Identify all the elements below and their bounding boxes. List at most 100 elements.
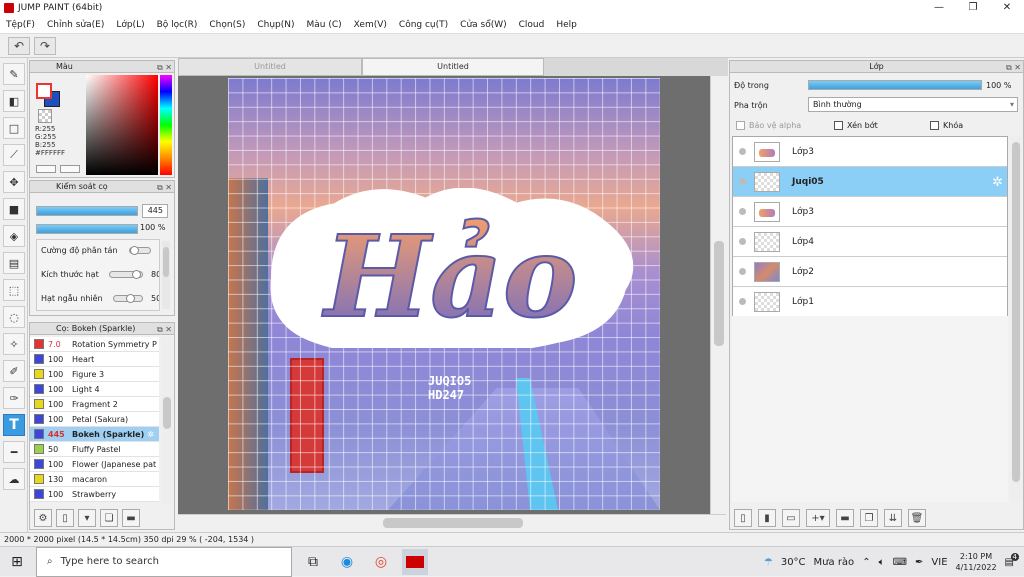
undo-button[interactable]: ↶ [8, 36, 30, 55]
visibility-toggle-icon[interactable] [739, 148, 746, 155]
tab-untitled-2[interactable]: Untitled [362, 58, 544, 76]
search-input[interactable]: Type here to search [61, 556, 159, 567]
keyboard-icon[interactable]: ⌨ [893, 557, 907, 568]
swatch-button-1[interactable] [36, 165, 56, 173]
select-pen-tool[interactable]: ✐ [3, 360, 25, 382]
chevron-up-icon[interactable]: ⌃ [862, 557, 870, 568]
task-view-button[interactable]: ⧉ [300, 549, 326, 575]
artwork[interactable]: Hảo JUQIO5 HD247 [228, 78, 660, 510]
magic-wand-tool[interactable]: ✧ [3, 333, 25, 355]
layer-row[interactable]: Lớp3 [733, 197, 1007, 227]
text-tool[interactable]: T [3, 414, 25, 436]
hue-slider[interactable] [160, 75, 172, 175]
gear-icon[interactable]: ✲ [147, 430, 154, 439]
menu-item-8[interactable]: Công cụ(T) [393, 20, 454, 30]
lasso-tool[interactable]: ◌ [3, 306, 25, 328]
visibility-toggle-icon[interactable] [739, 238, 746, 245]
layer-folder-button[interactable]: ▬ [836, 509, 854, 527]
restore-button[interactable]: ❐ [956, 0, 990, 16]
menu-item-7[interactable]: Xem(V) [348, 20, 393, 30]
panel-buttons[interactable]: ⧉ ✕ [157, 182, 172, 194]
brush-folder-button[interactable]: ▬ [122, 509, 140, 527]
language-indicator[interactable]: VIE [931, 557, 947, 568]
menu-item-1[interactable]: Chỉnh sửa(E) [41, 20, 110, 30]
menu-item-9[interactable]: Cửa sổ(W) [454, 20, 512, 30]
new-layer-1bit-button[interactable]: ▭ [782, 509, 800, 527]
layer-row[interactable]: Lớp2 [733, 257, 1007, 287]
primary-color-swatch[interactable] [36, 83, 52, 99]
merge-layer-button[interactable]: ⇊ [884, 509, 902, 527]
fill-rect-tool[interactable]: ■ [3, 198, 25, 220]
visibility-toggle-icon[interactable] [739, 208, 746, 215]
scatter-toggle[interactable] [129, 246, 151, 255]
brush-item[interactable]: 100 Figure 3 [30, 367, 159, 382]
menu-item-6[interactable]: Màu (C) [301, 20, 348, 30]
windows-start-button[interactable]: ⊞ [4, 549, 30, 575]
blend-mode-select[interactable]: Bình thường ▾ [808, 97, 1018, 112]
minimize-button[interactable]: — [922, 0, 956, 16]
move-tool[interactable]: ✥ [3, 171, 25, 193]
panel-buttons[interactable]: ⧉ ✕ [157, 62, 172, 74]
menu-item-4[interactable]: Chọn(S) [203, 20, 251, 30]
menu-item-11[interactable]: Help [550, 20, 583, 30]
panel-buttons[interactable]: ⧉ ✕ [157, 324, 172, 336]
gradient-tool[interactable]: ▤ [3, 252, 25, 274]
brush-item[interactable]: 100 Petal (Sakura) [30, 412, 159, 427]
visibility-toggle-icon[interactable] [739, 178, 746, 185]
layer-row[interactable]: Lớp3 [733, 137, 1007, 167]
taskbar-search[interactable]: ⌕ Type here to search [36, 546, 292, 577]
brush-item[interactable]: 100 Fragment 2 [30, 397, 159, 412]
brush-item[interactable]: 50 Fluffy Pastel [30, 442, 159, 457]
brush-menu-button[interactable]: ▾ [78, 509, 96, 527]
canvas-area[interactable]: Hảo JUQIO5 HD247 [178, 76, 710, 514]
transparent-swatch[interactable] [38, 109, 52, 123]
chrome-app[interactable]: ◎ [368, 549, 394, 575]
bucket-tool[interactable]: ◈ [3, 225, 25, 247]
brush-size-slider[interactable] [36, 206, 138, 216]
brush-size-value[interactable]: 445 [142, 204, 168, 218]
close-button[interactable]: ✕ [990, 0, 1024, 16]
tab-untitled-1[interactable]: Untitled [178, 58, 362, 76]
brush-item[interactable]: 100 Heart [30, 352, 159, 367]
protect-alpha-checkbox[interactable] [736, 121, 745, 130]
random-slider[interactable] [113, 294, 143, 303]
brush-item[interactable]: 100 Strawberry [30, 487, 159, 502]
delete-layer-button[interactable]: 🗑 [908, 509, 926, 527]
gear-icon[interactable]: ✲ [992, 175, 1003, 190]
clock[interactable]: 2:10 PM 4/11/2022 [956, 551, 997, 573]
new-layer-button[interactable]: ▯ [734, 509, 752, 527]
brush-item[interactable]: 445 Bokeh (Sparkle) ✲ [30, 427, 159, 442]
menu-item-5[interactable]: Chụp(N) [251, 20, 300, 30]
pen-icon[interactable]: ✒ [915, 557, 923, 568]
canvas-horizontal-scrollbar[interactable] [178, 514, 726, 530]
visibility-toggle-icon[interactable] [739, 268, 746, 275]
brush-settings-button[interactable]: ⚙ [34, 509, 52, 527]
clip-checkbox[interactable] [834, 121, 843, 130]
panel-buttons[interactable]: ⧉ ✕ [1006, 62, 1021, 74]
lock-checkbox[interactable] [930, 121, 939, 130]
layer-row[interactable]: Lớp1 [733, 287, 1007, 317]
select-tool[interactable]: ⬚ [3, 279, 25, 301]
horizontal-scroll-thumb[interactable] [383, 518, 523, 528]
brush-item[interactable]: 7.0 Rotation Symmetry P [30, 337, 159, 352]
layer-row[interactable]: Juqi05 ✲ [733, 167, 1007, 197]
brush-options-scrollbar[interactable] [162, 241, 170, 309]
menu-item-10[interactable]: Cloud [513, 20, 551, 30]
line-tool[interactable]: ⟋ [3, 144, 25, 166]
layer-row[interactable]: Lớp4 [733, 227, 1007, 257]
notification-icon[interactable]: ▤ 4 [1005, 552, 1019, 568]
layer-opacity-slider[interactable] [808, 80, 982, 90]
new-layer-8bit-button[interactable]: ▮ [758, 509, 776, 527]
weather-temp[interactable]: 30°C [781, 557, 806, 568]
brush-item[interactable]: 100 Flower (Japanese pat [30, 457, 159, 472]
select-eraser-tool[interactable]: ✑ [3, 387, 25, 409]
brush-item[interactable]: 130 macaron [30, 472, 159, 487]
canvas-vertical-scrollbar[interactable] [710, 76, 726, 514]
layer-list-scrollbar[interactable] [1010, 136, 1022, 502]
pen-tool[interactable]: ✎ [3, 63, 25, 85]
brush-opacity-slider[interactable] [36, 224, 138, 234]
rect-tool[interactable]: □ [3, 117, 25, 139]
particle-size-slider[interactable] [109, 270, 143, 279]
color-picker-square[interactable] [86, 75, 158, 175]
cloud-tool[interactable]: ☁ [3, 468, 25, 490]
